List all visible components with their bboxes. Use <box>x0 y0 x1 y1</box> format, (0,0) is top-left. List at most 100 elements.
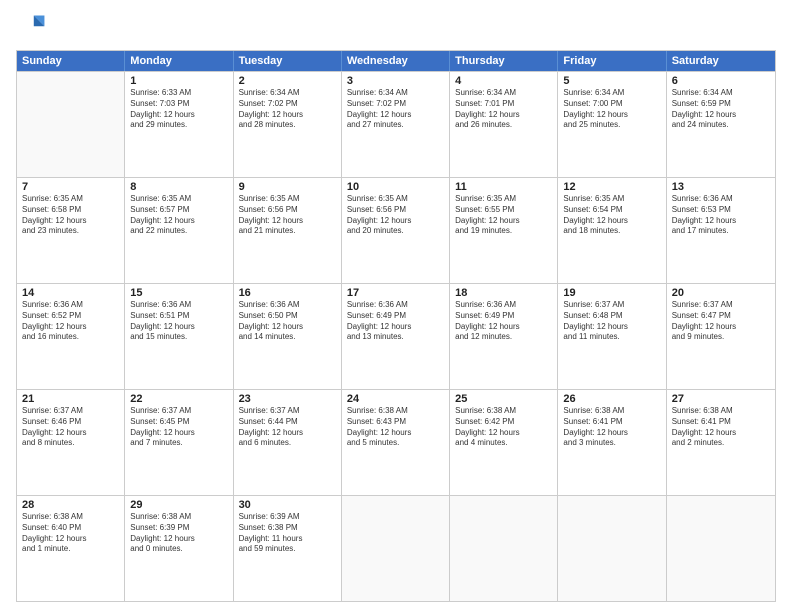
calendar-cell-29: 29Sunrise: 6:38 AM Sunset: 6:39 PM Dayli… <box>125 496 233 601</box>
day-number: 14 <box>22 287 119 299</box>
day-number: 21 <box>22 393 119 405</box>
day-number: 8 <box>130 181 227 193</box>
day-number: 16 <box>239 287 336 299</box>
calendar-cell-23: 23Sunrise: 6:37 AM Sunset: 6:44 PM Dayli… <box>234 390 342 495</box>
cell-info: Sunrise: 6:36 AM Sunset: 6:51 PM Dayligh… <box>130 300 227 343</box>
day-number: 7 <box>22 181 119 193</box>
weekday-header-sunday: Sunday <box>17 51 125 71</box>
calendar-row-3: 21Sunrise: 6:37 AM Sunset: 6:46 PM Dayli… <box>17 389 775 495</box>
cell-info: Sunrise: 6:38 AM Sunset: 6:42 PM Dayligh… <box>455 406 552 449</box>
calendar-cell-21: 21Sunrise: 6:37 AM Sunset: 6:46 PM Dayli… <box>17 390 125 495</box>
calendar-cell-20: 20Sunrise: 6:37 AM Sunset: 6:47 PM Dayli… <box>667 284 775 389</box>
cell-info: Sunrise: 6:36 AM Sunset: 6:50 PM Dayligh… <box>239 300 336 343</box>
cell-info: Sunrise: 6:34 AM Sunset: 7:00 PM Dayligh… <box>563 88 660 131</box>
calendar-cell-5: 5Sunrise: 6:34 AM Sunset: 7:00 PM Daylig… <box>558 72 666 177</box>
day-number: 24 <box>347 393 444 405</box>
calendar-cell-7: 7Sunrise: 6:35 AM Sunset: 6:58 PM Daylig… <box>17 178 125 283</box>
calendar-body: 1Sunrise: 6:33 AM Sunset: 7:03 PM Daylig… <box>17 71 775 601</box>
calendar-cell-15: 15Sunrise: 6:36 AM Sunset: 6:51 PM Dayli… <box>125 284 233 389</box>
calendar-cell-26: 26Sunrise: 6:38 AM Sunset: 6:41 PM Dayli… <box>558 390 666 495</box>
cell-info: Sunrise: 6:38 AM Sunset: 6:41 PM Dayligh… <box>672 406 770 449</box>
calendar-cell-12: 12Sunrise: 6:35 AM Sunset: 6:54 PM Dayli… <box>558 178 666 283</box>
cell-info: Sunrise: 6:38 AM Sunset: 6:40 PM Dayligh… <box>22 512 119 555</box>
day-number: 30 <box>239 499 336 511</box>
cell-info: Sunrise: 6:35 AM Sunset: 6:58 PM Dayligh… <box>22 194 119 237</box>
calendar-cell-4: 4Sunrise: 6:34 AM Sunset: 7:01 PM Daylig… <box>450 72 558 177</box>
day-number: 15 <box>130 287 227 299</box>
calendar-cell-16: 16Sunrise: 6:36 AM Sunset: 6:50 PM Dayli… <box>234 284 342 389</box>
weekday-header-friday: Friday <box>558 51 666 71</box>
day-number: 18 <box>455 287 552 299</box>
cell-info: Sunrise: 6:34 AM Sunset: 6:59 PM Dayligh… <box>672 88 770 131</box>
logo <box>16 12 52 44</box>
calendar-cell-empty <box>450 496 558 601</box>
day-number: 25 <box>455 393 552 405</box>
weekday-header-thursday: Thursday <box>450 51 558 71</box>
calendar-cell-8: 8Sunrise: 6:35 AM Sunset: 6:57 PM Daylig… <box>125 178 233 283</box>
calendar-row-1: 7Sunrise: 6:35 AM Sunset: 6:58 PM Daylig… <box>17 177 775 283</box>
calendar-row-4: 28Sunrise: 6:38 AM Sunset: 6:40 PM Dayli… <box>17 495 775 601</box>
day-number: 26 <box>563 393 660 405</box>
day-number: 23 <box>239 393 336 405</box>
day-number: 11 <box>455 181 552 193</box>
cell-info: Sunrise: 6:36 AM Sunset: 6:49 PM Dayligh… <box>347 300 444 343</box>
calendar-cell-empty <box>342 496 450 601</box>
weekday-header-saturday: Saturday <box>667 51 775 71</box>
calendar-cell-9: 9Sunrise: 6:35 AM Sunset: 6:56 PM Daylig… <box>234 178 342 283</box>
cell-info: Sunrise: 6:33 AM Sunset: 7:03 PM Dayligh… <box>130 88 227 131</box>
cell-info: Sunrise: 6:35 AM Sunset: 6:56 PM Dayligh… <box>239 194 336 237</box>
calendar-cell-22: 22Sunrise: 6:37 AM Sunset: 6:45 PM Dayli… <box>125 390 233 495</box>
weekday-header-monday: Monday <box>125 51 233 71</box>
calendar-cell-13: 13Sunrise: 6:36 AM Sunset: 6:53 PM Dayli… <box>667 178 775 283</box>
calendar-cell-empty <box>17 72 125 177</box>
calendar-cell-28: 28Sunrise: 6:38 AM Sunset: 6:40 PM Dayli… <box>17 496 125 601</box>
cell-info: Sunrise: 6:36 AM Sunset: 6:53 PM Dayligh… <box>672 194 770 237</box>
day-number: 27 <box>672 393 770 405</box>
calendar-cell-11: 11Sunrise: 6:35 AM Sunset: 6:55 PM Dayli… <box>450 178 558 283</box>
cell-info: Sunrise: 6:37 AM Sunset: 6:47 PM Dayligh… <box>672 300 770 343</box>
calendar-cell-14: 14Sunrise: 6:36 AM Sunset: 6:52 PM Dayli… <box>17 284 125 389</box>
day-number: 9 <box>239 181 336 193</box>
day-number: 12 <box>563 181 660 193</box>
cell-info: Sunrise: 6:38 AM Sunset: 6:39 PM Dayligh… <box>130 512 227 555</box>
cell-info: Sunrise: 6:37 AM Sunset: 6:45 PM Dayligh… <box>130 406 227 449</box>
cell-info: Sunrise: 6:39 AM Sunset: 6:38 PM Dayligh… <box>239 512 336 555</box>
calendar-header: SundayMondayTuesdayWednesdayThursdayFrid… <box>17 51 775 71</box>
calendar-cell-30: 30Sunrise: 6:39 AM Sunset: 6:38 PM Dayli… <box>234 496 342 601</box>
calendar-cell-25: 25Sunrise: 6:38 AM Sunset: 6:42 PM Dayli… <box>450 390 558 495</box>
day-number: 22 <box>130 393 227 405</box>
calendar-cell-3: 3Sunrise: 6:34 AM Sunset: 7:02 PM Daylig… <box>342 72 450 177</box>
calendar-row-0: 1Sunrise: 6:33 AM Sunset: 7:03 PM Daylig… <box>17 71 775 177</box>
day-number: 28 <box>22 499 119 511</box>
logo-icon <box>16 12 48 44</box>
day-number: 5 <box>563 75 660 87</box>
calendar-cell-27: 27Sunrise: 6:38 AM Sunset: 6:41 PM Dayli… <box>667 390 775 495</box>
cell-info: Sunrise: 6:34 AM Sunset: 7:02 PM Dayligh… <box>347 88 444 131</box>
weekday-header-wednesday: Wednesday <box>342 51 450 71</box>
day-number: 13 <box>672 181 770 193</box>
day-number: 6 <box>672 75 770 87</box>
day-number: 2 <box>239 75 336 87</box>
calendar-cell-10: 10Sunrise: 6:35 AM Sunset: 6:56 PM Dayli… <box>342 178 450 283</box>
day-number: 29 <box>130 499 227 511</box>
day-number: 1 <box>130 75 227 87</box>
calendar-cell-6: 6Sunrise: 6:34 AM Sunset: 6:59 PM Daylig… <box>667 72 775 177</box>
cell-info: Sunrise: 6:35 AM Sunset: 6:55 PM Dayligh… <box>455 194 552 237</box>
calendar-cell-24: 24Sunrise: 6:38 AM Sunset: 6:43 PM Dayli… <box>342 390 450 495</box>
calendar-row-2: 14Sunrise: 6:36 AM Sunset: 6:52 PM Dayli… <box>17 283 775 389</box>
calendar: SundayMondayTuesdayWednesdayThursdayFrid… <box>16 50 776 602</box>
calendar-cell-17: 17Sunrise: 6:36 AM Sunset: 6:49 PM Dayli… <box>342 284 450 389</box>
cell-info: Sunrise: 6:37 AM Sunset: 6:44 PM Dayligh… <box>239 406 336 449</box>
day-number: 3 <box>347 75 444 87</box>
cell-info: Sunrise: 6:37 AM Sunset: 6:48 PM Dayligh… <box>563 300 660 343</box>
cell-info: Sunrise: 6:34 AM Sunset: 7:01 PM Dayligh… <box>455 88 552 131</box>
day-number: 19 <box>563 287 660 299</box>
day-number: 20 <box>672 287 770 299</box>
day-number: 17 <box>347 287 444 299</box>
cell-info: Sunrise: 6:38 AM Sunset: 6:43 PM Dayligh… <box>347 406 444 449</box>
calendar-cell-2: 2Sunrise: 6:34 AM Sunset: 7:02 PM Daylig… <box>234 72 342 177</box>
calendar-cell-empty <box>667 496 775 601</box>
cell-info: Sunrise: 6:34 AM Sunset: 7:02 PM Dayligh… <box>239 88 336 131</box>
day-number: 4 <box>455 75 552 87</box>
cell-info: Sunrise: 6:35 AM Sunset: 6:57 PM Dayligh… <box>130 194 227 237</box>
